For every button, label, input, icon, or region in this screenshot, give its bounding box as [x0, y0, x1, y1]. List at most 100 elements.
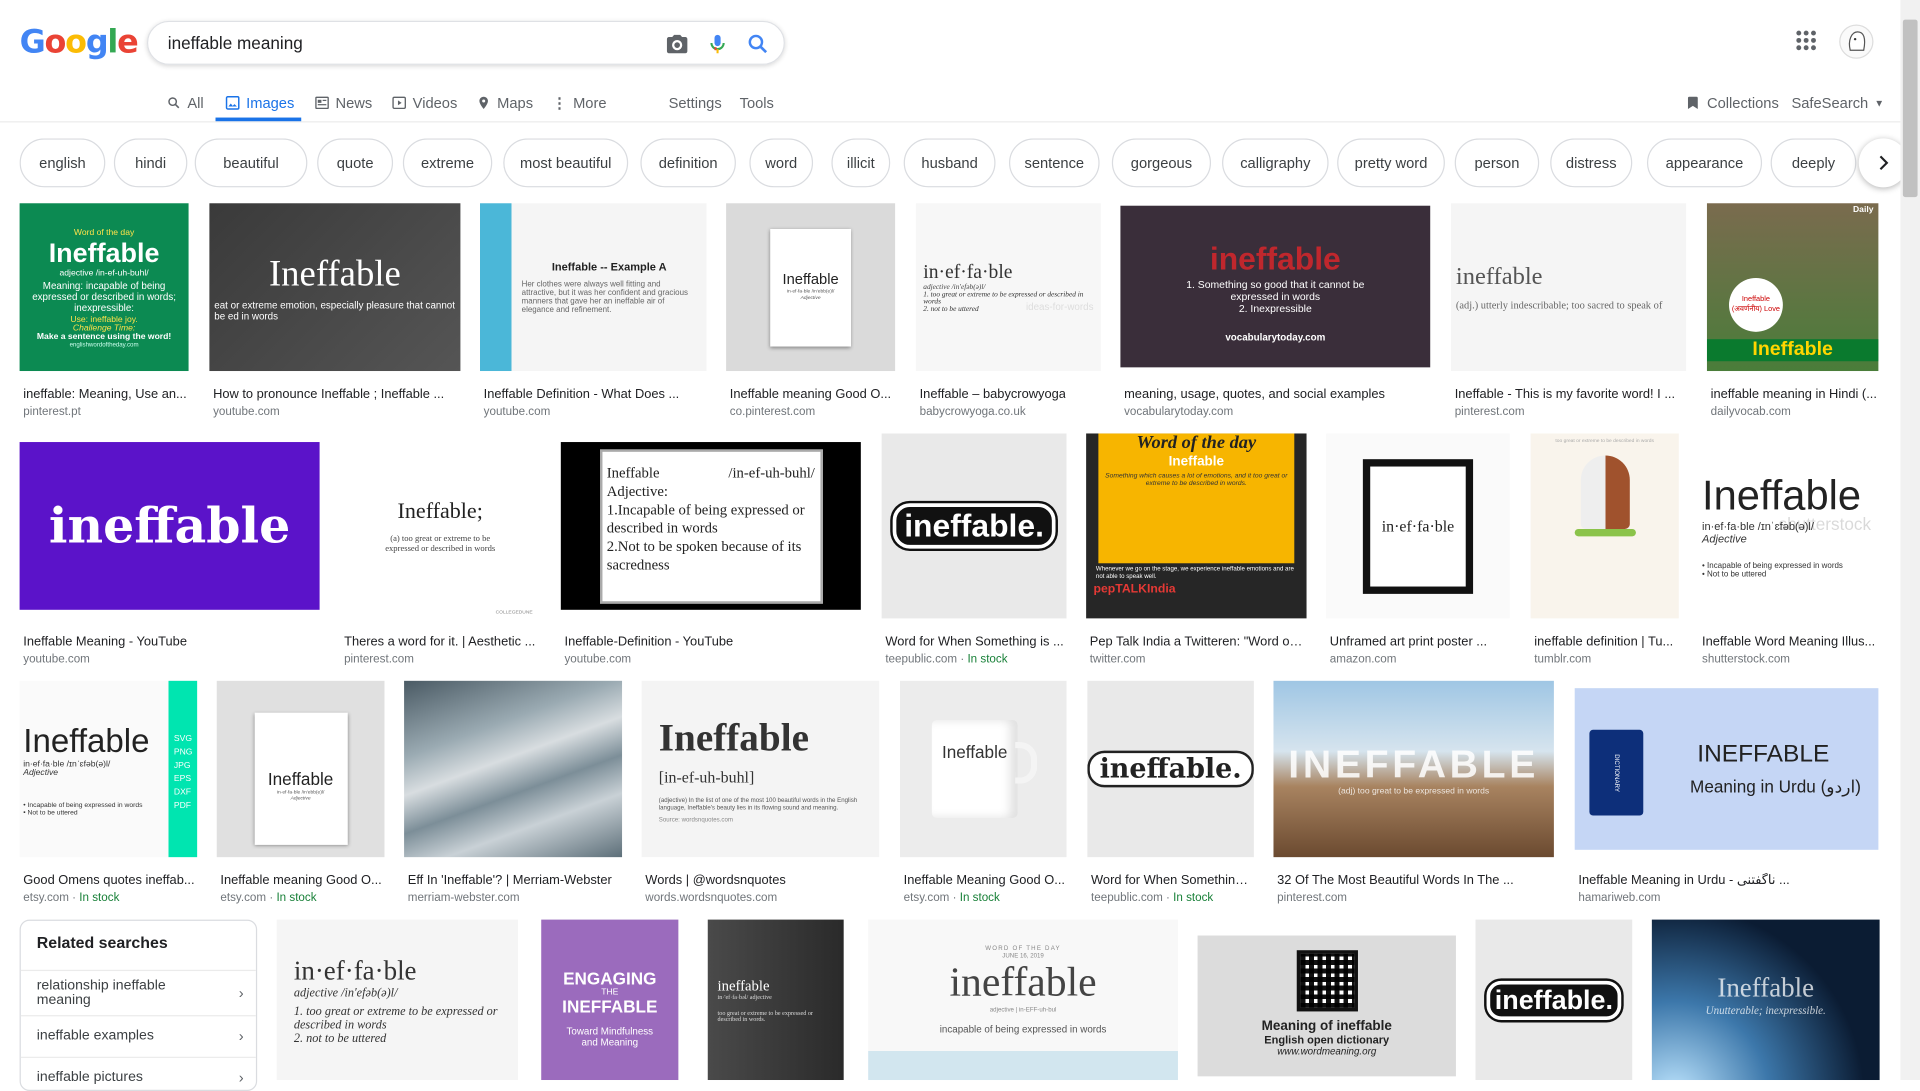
result-caption[interactable]: Ineffable Meaning - YouTube: [23, 634, 187, 649]
tab-settings[interactable]: Settings: [669, 91, 722, 115]
result-caption[interactable]: Ineffable-Definition - YouTube: [564, 634, 733, 649]
chip-distress[interactable]: distress: [1550, 138, 1633, 188]
chip-most-beautiful[interactable]: most beautiful: [503, 138, 629, 188]
result-caption[interactable]: ineffable meaning in Hindi (...: [1711, 387, 1877, 402]
camera-icon[interactable]: [665, 32, 689, 56]
related-search-item[interactable]: relationship ineffable meaning ›: [20, 969, 256, 1014]
result-thumbnail[interactable]: Ineffable [in-ef-uh-buhl] (adjective) In…: [641, 680, 880, 858]
result-caption[interactable]: ineffable: Meaning, Use an...: [23, 387, 186, 402]
result-thumbnail[interactable]: ineffable too great or extreme to be des…: [1530, 433, 1679, 619]
result-thumbnail[interactable]: Ineffable eat or extreme emotion, especi…: [209, 203, 461, 372]
result-thumbnail[interactable]: ENGAGING THE INEFFABLE Toward Mindfulnes…: [541, 919, 679, 1081]
result-thumbnail[interactable]: in·ef·fa·ble: [1326, 433, 1510, 619]
result-thumbnail[interactable]: Meaning of ineffable English open dictio…: [1197, 935, 1456, 1077]
chip-calligraphy[interactable]: calligraphy: [1222, 138, 1329, 188]
chip-english[interactable]: english: [19, 138, 106, 188]
result-thumbnail[interactable]: Ineffable Unutterable; inexpressible.: [1651, 919, 1880, 1081]
result-thumbnail[interactable]: Ineffable in·ef·fa·ble /ɪnˈɛfəb(ə)l/ Adj…: [1698, 433, 1879, 619]
microphone-icon[interactable]: [705, 32, 729, 56]
result-caption[interactable]: meaning, usage, quotes, and social examp…: [1124, 387, 1385, 402]
result-caption[interactable]: Ineffable meaning Good O...: [220, 873, 381, 888]
result-thumbnail[interactable]: Ineffable; (a) too great or extreme to b…: [340, 433, 541, 619]
result-thumbnail[interactable]: Ineffable -- Example A Her clothes were …: [480, 203, 707, 372]
source-domain: youtube.com: [23, 652, 90, 667]
thumb-body: incapable of being expressed in words: [939, 1023, 1107, 1035]
avatar[interactable]: [1839, 24, 1874, 59]
chip-gorgeous[interactable]: gorgeous: [1111, 138, 1212, 188]
result-thumbnail[interactable]: ineffable.: [1475, 919, 1633, 1081]
result-thumbnail[interactable]: ineffable in·'ef·fa·bəl/ adjective too g…: [707, 919, 844, 1081]
result-caption[interactable]: Ineffable Definition - What Does ...: [484, 387, 680, 402]
tab-images[interactable]: Images: [225, 91, 294, 115]
result-thumbnail[interactable]: ineffable.: [881, 433, 1067, 619]
result-thumbnail[interactable]: Ineffable/in-ef-uh-buhl/ Adjective: 1.In…: [560, 442, 861, 610]
result-caption[interactable]: Word for When Something is ...: [885, 634, 1063, 649]
source-domain: etsy.com: [23, 891, 69, 905]
tab-maps[interactable]: Maps: [476, 91, 533, 115]
result-thumbnail[interactable]: Ineffable in·ef·fa·ble /ɪnˈɛfəb(ə)l/ Adj…: [19, 680, 198, 858]
result-caption[interactable]: Eff In 'Ineffable'? | Merriam-Webster: [408, 873, 612, 888]
chip-beautiful[interactable]: beautiful: [194, 138, 308, 188]
result-caption[interactable]: Ineffable Meaning Good O...: [904, 873, 1065, 888]
result-thumbnail[interactable]: ineffable 1. Something so good that it c…: [1120, 205, 1431, 368]
chip-quote[interactable]: quote: [317, 138, 394, 188]
chip-sentence[interactable]: sentence: [1008, 138, 1100, 188]
result-caption[interactable]: Unframed art print poster ...: [1330, 634, 1487, 649]
result-caption[interactable]: Word for When Something...: [1091, 873, 1253, 888]
result-caption[interactable]: Theres a word for it. | Aesthetic ...: [344, 634, 535, 649]
apps-grid-icon[interactable]: [1795, 29, 1817, 57]
result-source: youtube.com: [484, 405, 551, 418]
result-caption[interactable]: Words | @wordsnquotes: [645, 873, 786, 888]
result-caption[interactable]: ineffable definition | Tu...: [1534, 634, 1673, 649]
result-thumbnail[interactable]: ineffable: [19, 442, 320, 610]
result-caption[interactable]: Ineffable Meaning in Urdu - ناگفتنی ...: [1578, 873, 1789, 888]
tab-label: Maps: [497, 94, 534, 112]
result-caption[interactable]: How to pronounce Ineffable ; Ineffable .…: [213, 387, 444, 402]
result-thumbnail[interactable]: INEFFABLE (adj) too great to be expresse…: [1273, 680, 1554, 858]
collections-button[interactable]: Collections: [1686, 91, 1779, 115]
result-caption[interactable]: Ineffable meaning Good O...: [730, 387, 891, 402]
chip-extreme[interactable]: extreme: [402, 138, 493, 188]
result-thumbnail[interactable]: ineffable.: [1087, 680, 1254, 858]
result-thumbnail[interactable]: Word of the day Ineffable Something whic…: [1086, 433, 1307, 619]
tab-all[interactable]: All: [167, 91, 204, 115]
search-box[interactable]: [146, 20, 785, 65]
result-caption[interactable]: Ineffable – babycrowyoga: [920, 387, 1066, 402]
result-thumbnail[interactable]: in·ef·fa·ble adjective /in'efəb(ə)l/ 1. …: [915, 203, 1101, 372]
result-thumbnail[interactable]: Daily Ineffable (अवर्णनीय) Love Ineffabl…: [1706, 203, 1879, 372]
result-thumbnail[interactable]: Ineffable in·ef·fa·ble /in'ebb(e)l/ Adje…: [726, 203, 896, 372]
result-caption[interactable]: Ineffable - This is my favorite word! I …: [1455, 387, 1675, 402]
result-thumbnail[interactable]: in·ef·fa·ble adjective /in'efəb(ə)l/ 1. …: [276, 919, 518, 1081]
chip-hindi[interactable]: hindi: [113, 138, 188, 188]
chip-word[interactable]: word: [749, 138, 814, 188]
result-thumbnail[interactable]: Ineffable: [900, 680, 1067, 858]
result-thumbnail[interactable]: [404, 680, 623, 858]
chip-illicit[interactable]: illicit: [831, 138, 891, 188]
chip-definition[interactable]: definition: [640, 138, 736, 188]
result-thumbnail[interactable]: DICTIONARY INEFFABLE Meaning in Urdu (ار…: [1574, 688, 1879, 850]
search-icon[interactable]: [746, 32, 770, 56]
result-thumbnail[interactable]: WORD OF THE DAY JUNE 16, 2019 ineffable …: [868, 919, 1178, 1081]
google-logo[interactable]: Google: [20, 24, 139, 61]
search-input[interactable]: [167, 30, 634, 56]
safesearch-button[interactable]: SafeSearch ▼: [1791, 91, 1884, 115]
scrollbar-thumb[interactable]: [1902, 19, 1918, 198]
chip-deeply[interactable]: deeply: [1770, 138, 1857, 188]
chip-person[interactable]: person: [1454, 138, 1540, 188]
result-thumbnail[interactable]: Word of the day Ineffable adjective /in-…: [19, 203, 189, 372]
tab-videos[interactable]: Videos: [392, 91, 457, 115]
result-caption[interactable]: Pep Talk India a Twitteren: "Word of ...: [1090, 634, 1306, 649]
related-search-item[interactable]: ineffable pictures ›: [20, 1056, 256, 1090]
chip-appearance[interactable]: appearance: [1646, 138, 1763, 188]
tab-more[interactable]: ⋮ More: [552, 91, 606, 115]
related-search-item[interactable]: ineffable examples ›: [20, 1015, 256, 1055]
tab-tools[interactable]: Tools: [740, 91, 774, 115]
chip-pretty-word[interactable]: pretty word: [1337, 138, 1445, 188]
result-caption[interactable]: 32 Of The Most Beautiful Words In The ..…: [1277, 873, 1514, 888]
result-caption[interactable]: Good Omens quotes ineffab...: [23, 873, 194, 888]
result-thumbnail[interactable]: ineffable (adj.) utterly indescribable; …: [1451, 203, 1687, 372]
chip-husband[interactable]: husband: [903, 138, 996, 188]
result-caption[interactable]: Ineffable Word Meaning Illus...: [1702, 634, 1875, 649]
tab-news[interactable]: News: [315, 91, 372, 115]
result-thumbnail[interactable]: Ineffable in·ef·fa·ble /in'ebb(e)l/ Adje…: [216, 680, 385, 858]
